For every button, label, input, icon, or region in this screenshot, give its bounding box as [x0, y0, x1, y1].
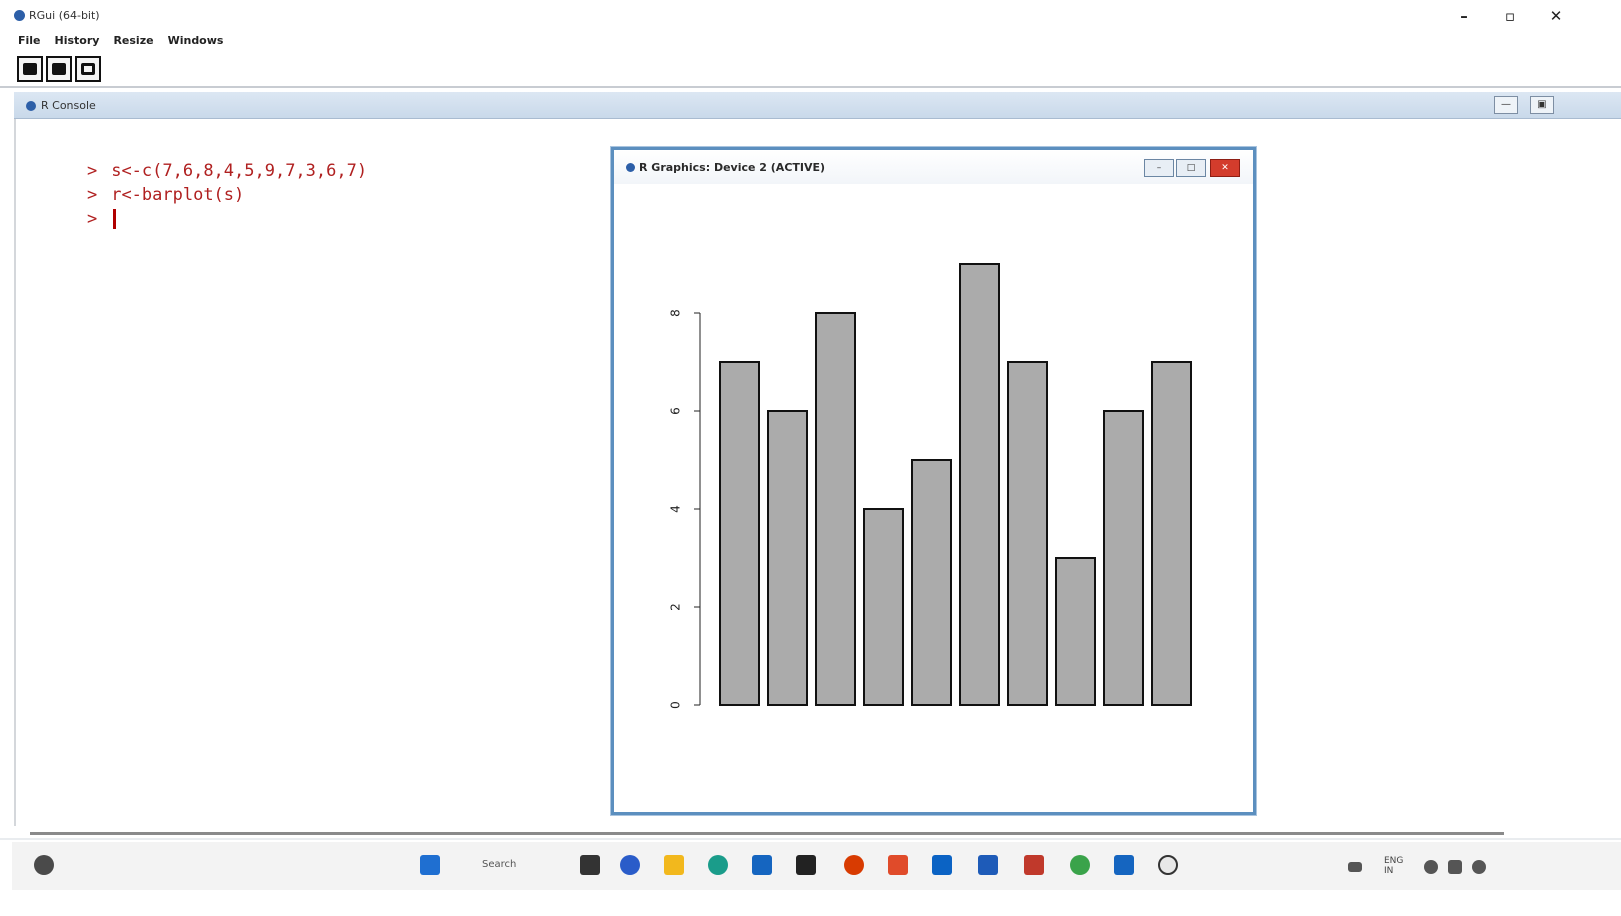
bar-4: [863, 508, 904, 706]
app-icon[interactable]: [1024, 855, 1044, 875]
bar-2: [767, 410, 808, 706]
bar-10: [1151, 361, 1192, 706]
console-command: r<-barplot(s): [111, 185, 245, 205]
bars: [719, 263, 1192, 706]
r-logo-icon: [626, 163, 635, 172]
console-restore-button[interactable]: ▣: [1530, 96, 1554, 114]
chevron-up-icon[interactable]: [1348, 862, 1362, 872]
print-icon: [52, 63, 66, 75]
edge-icon[interactable]: [708, 855, 728, 875]
graphics-window[interactable]: R Graphics: Device 2 (ACTIVE) – □ ✕ 0 2 4 6…: [611, 147, 1256, 815]
stop-icon: [81, 63, 95, 75]
menu-history[interactable]: History: [55, 34, 100, 52]
taskbar-divider: [0, 838, 1621, 840]
menu-file[interactable]: File: [18, 34, 41, 52]
console-title: R Console: [26, 99, 96, 112]
task-view-icon[interactable]: [580, 855, 600, 875]
close-button[interactable]: ✕: [1544, 7, 1568, 25]
text-caret: [113, 209, 117, 229]
y-axis: 0 2 4 6 8: [669, 309, 701, 709]
y-tick-label: 8: [669, 309, 683, 317]
mail-icon[interactable]: [752, 855, 772, 875]
store-icon[interactable]: [796, 855, 816, 875]
menu-bar: File History Resize Windows: [18, 34, 223, 52]
console-titlebar: R Console — ▣: [14, 92, 1621, 119]
start-icon[interactable]: [420, 855, 440, 875]
graphics-title: R Graphics: Device 2 (ACTIVE): [626, 161, 825, 174]
taskbar: Search ENG IN: [12, 842, 1621, 890]
chat-icon[interactable]: [620, 855, 640, 875]
app-icon[interactable]: [888, 855, 908, 875]
bar-1: [719, 361, 760, 706]
app-titlebar: RGui (64-bit) – ▫ ✕: [0, 0, 1621, 32]
record-icon: [23, 63, 37, 75]
y-tick-label: 0: [669, 701, 683, 709]
menu-resize[interactable]: Resize: [113, 34, 153, 52]
horizontal-scrollbar[interactable]: [30, 832, 1504, 835]
app-icon[interactable]: [1158, 855, 1178, 875]
graphics-title-text: R Graphics: Device 2 (ACTIVE): [639, 161, 826, 174]
graphics-maximize-button[interactable]: □: [1176, 159, 1206, 177]
bar-6: [959, 263, 1000, 706]
bar-9: [1103, 410, 1144, 706]
chrome-icon[interactable]: [1070, 855, 1090, 875]
battery-icon[interactable]: [1472, 860, 1486, 874]
minimize-button[interactable]: –: [1452, 7, 1476, 25]
bar-5: [911, 459, 952, 706]
console-prompt: >: [86, 209, 98, 229]
taskbar-search[interactable]: Search: [482, 859, 516, 870]
y-tick-label: 2: [669, 603, 683, 611]
console-minimize-button[interactable]: —: [1494, 96, 1518, 114]
volume-icon[interactable]: [1448, 860, 1462, 874]
bar-3: [815, 312, 856, 706]
r-logo-icon: [26, 100, 36, 111]
toolbar: [17, 56, 101, 82]
wifi-icon[interactable]: [1424, 860, 1438, 874]
tray-lang-text: ENG: [1384, 856, 1404, 866]
app-title: RGui (64-bit): [14, 9, 100, 22]
open-script-button[interactable]: [17, 56, 43, 82]
y-tick-label: 4: [669, 505, 683, 513]
maximize-button[interactable]: ▫: [1498, 7, 1522, 25]
app-icon[interactable]: [978, 855, 998, 875]
toolbar-divider: [0, 86, 1621, 88]
stop-button[interactable]: [75, 56, 101, 82]
office-icon[interactable]: [844, 855, 864, 875]
bar-7: [1007, 361, 1048, 706]
graphics-close-button[interactable]: ✕: [1210, 159, 1240, 177]
tray-language[interactable]: ENG IN: [1384, 856, 1403, 876]
console-input-line[interactable]: >: [46, 189, 117, 249]
bar-8: [1055, 557, 1096, 706]
weather-icon[interactable]: [34, 855, 54, 875]
print-button[interactable]: [46, 56, 72, 82]
graphics-minimize-button[interactable]: –: [1144, 159, 1174, 177]
console-title-text: R Console: [41, 99, 96, 112]
app-icon[interactable]: [932, 855, 952, 875]
menu-windows[interactable]: Windows: [168, 34, 224, 52]
file-explorer-icon[interactable]: [664, 855, 684, 875]
graphics-titlebar[interactable]: R Graphics: Device 2 (ACTIVE) – □ ✕: [614, 150, 1253, 184]
tray-region-text: IN: [1384, 866, 1394, 876]
y-tick-label: 6: [669, 407, 683, 415]
app-title-text: RGui (64-bit): [29, 9, 100, 22]
r-logo-icon: [14, 10, 25, 21]
rgui-icon[interactable]: [1114, 855, 1134, 875]
barplot: 0 2 4 6 8: [669, 263, 1192, 709]
